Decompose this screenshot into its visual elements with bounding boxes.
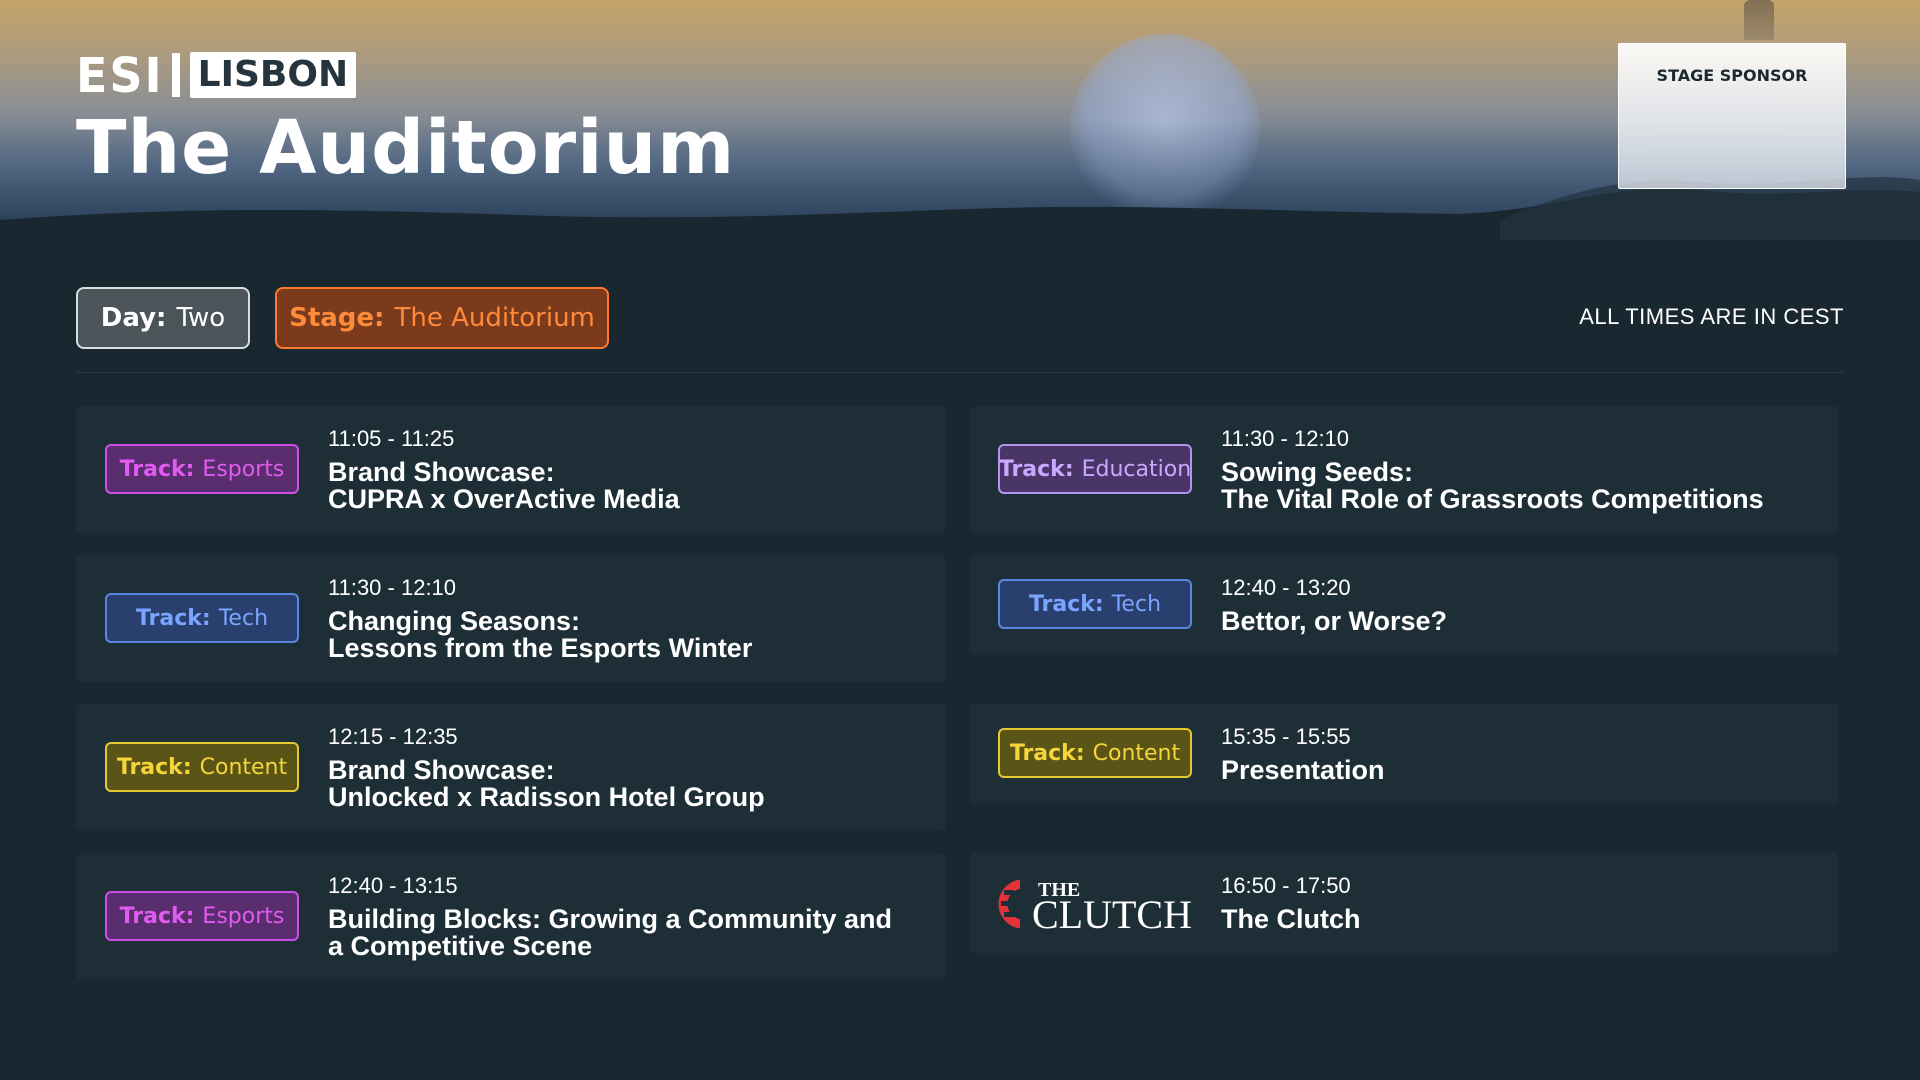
session-title-line: Brand Showcase: bbox=[328, 755, 555, 785]
tower-silhouette bbox=[1744, 0, 1774, 40]
track-badge-content: Track: Content bbox=[105, 742, 299, 792]
track-badge-content: Track: Content bbox=[998, 728, 1192, 778]
session-time: 12:40 - 13:20 bbox=[1221, 575, 1351, 600]
session-title: The Clutch bbox=[1221, 906, 1821, 933]
stage-sponsor-box: STAGE SPONSOR bbox=[1618, 43, 1846, 189]
track-badge-value: Esports bbox=[202, 903, 285, 929]
session-title-line: Bettor, or Worse? bbox=[1221, 606, 1448, 636]
clutch-emblem-icon bbox=[998, 879, 1034, 929]
track-badge-key: Track: bbox=[1009, 740, 1085, 766]
session-title-line: Lessons from the Esports Winter bbox=[328, 633, 753, 663]
session-title: Brand Showcase: Unlocked x Radisson Hote… bbox=[328, 757, 928, 811]
track-badge-value: Tech bbox=[1111, 591, 1162, 617]
stage-sponsor-label: STAGE SPONSOR bbox=[1656, 66, 1808, 85]
session-card[interactable]: Track: Esports 12:40 - 13:15 Building Bl… bbox=[76, 853, 946, 980]
logo-divider bbox=[171, 53, 180, 97]
track-badge-education: Track: Education bbox=[998, 444, 1192, 494]
track-badge-value: Education bbox=[1081, 456, 1192, 482]
track-badge-value: Content bbox=[1092, 740, 1181, 766]
session-title-line: a Competitive Scene bbox=[328, 931, 593, 961]
track-badge-value: Esports bbox=[202, 456, 285, 482]
track-badge-esports: Track: Esports bbox=[105, 891, 299, 941]
session-card[interactable]: Track: Content 12:15 - 12:35 Brand Showc… bbox=[76, 704, 946, 831]
track-badge-value: Content bbox=[199, 754, 288, 780]
session-card[interactable]: Track: Tech 12:40 - 13:20 Bettor, or Wor… bbox=[969, 555, 1839, 655]
session-card[interactable]: Track: Education 11:30 - 12:10 Sowing Se… bbox=[969, 406, 1839, 533]
track-badge-tech: Track: Tech bbox=[105, 593, 299, 643]
header-banner: ESI LISBON The Auditorium STAGE SPONSOR bbox=[0, 0, 1920, 240]
track-badge-key: Track: bbox=[135, 605, 211, 631]
session-title: Brand Showcase: CUPRA x OverActive Media bbox=[328, 459, 928, 513]
session-title-line: The Vital Role of Grassroots Competition… bbox=[1221, 484, 1764, 514]
session-card[interactable]: Track: Tech 11:30 - 12:10 Changing Seaso… bbox=[76, 555, 946, 682]
logo-brand: ESI bbox=[76, 46, 164, 104]
logo-city: LISBON bbox=[189, 52, 357, 98]
session-time: 12:40 - 13:15 bbox=[328, 873, 458, 898]
session-card[interactable]: Track: Content 15:35 - 15:55 Presentatio… bbox=[969, 704, 1839, 804]
session-card[interactable]: THE CLUTCH 16:50 - 17:50 The Clutch bbox=[969, 853, 1839, 953]
session-title: Presentation bbox=[1221, 757, 1821, 784]
day-filter-value: Two bbox=[176, 303, 226, 333]
session-title: Changing Seasons: Lessons from the Espor… bbox=[328, 608, 928, 662]
session-title: Sowing Seeds: The Vital Role of Grassroo… bbox=[1221, 459, 1821, 513]
timezone-note: ALL TIMES ARE IN CEST bbox=[1579, 304, 1844, 329]
session-time: 11:30 - 12:10 bbox=[1221, 426, 1350, 451]
session-title-line: Presentation bbox=[1221, 755, 1385, 785]
the-clutch-logo: THE CLUTCH bbox=[998, 873, 1198, 937]
session-title-line: Sowing Seeds: bbox=[1221, 457, 1414, 487]
session-time: 15:35 - 15:55 bbox=[1221, 724, 1351, 749]
track-badge-tech: Track: Tech bbox=[998, 579, 1192, 629]
session-title-line: The Clutch bbox=[1221, 904, 1361, 934]
session-title-line: Changing Seasons: bbox=[328, 606, 581, 636]
session-title-line: Unlocked x Radisson Hotel Group bbox=[328, 782, 765, 812]
track-badge-key: Track: bbox=[119, 456, 195, 482]
session-card[interactable]: Track: Esports 11:05 - 11:25 Brand Showc… bbox=[76, 406, 946, 533]
session-title-line: CUPRA x OverActive Media bbox=[328, 484, 680, 514]
track-badge-esports: Track: Esports bbox=[105, 444, 299, 494]
stage-filter-key: Stage: bbox=[289, 303, 385, 333]
session-title-line: Brand Showcase: bbox=[328, 457, 555, 487]
session-title: Bettor, or Worse? bbox=[1221, 608, 1821, 635]
track-badge-key: Track: bbox=[998, 456, 1074, 482]
session-time: 11:30 - 12:10 bbox=[328, 575, 457, 600]
session-time: 16:50 - 17:50 bbox=[1221, 873, 1351, 898]
track-badge-key: Track: bbox=[1028, 591, 1104, 617]
stage-filter-value: The Auditorium bbox=[394, 303, 595, 333]
track-badge-key: Track: bbox=[116, 754, 192, 780]
track-badge-value: Tech bbox=[218, 605, 269, 631]
header-divider bbox=[76, 372, 1844, 373]
stage-filter-button[interactable]: Stage: The Auditorium bbox=[275, 287, 609, 349]
esi-lisbon-logo: ESI LISBON bbox=[76, 46, 357, 104]
day-filter-key: Day: bbox=[100, 303, 167, 333]
clutch-logo-word: CLUTCH bbox=[1032, 892, 1192, 937]
session-time: 11:05 - 11:25 bbox=[328, 426, 455, 451]
page-title: The Auditorium bbox=[76, 105, 736, 191]
session-title: Building Blocks: Growing a Community and… bbox=[328, 906, 928, 960]
track-badge-key: Track: bbox=[119, 903, 195, 929]
session-time: 12:15 - 12:35 bbox=[328, 724, 458, 749]
day-filter-button[interactable]: Day: Two bbox=[76, 287, 250, 349]
session-title-line: Building Blocks: Growing a Community and bbox=[328, 904, 893, 934]
